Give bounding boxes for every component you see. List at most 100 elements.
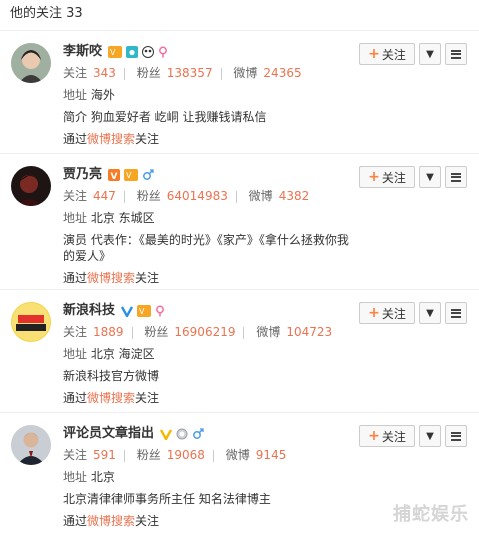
follow-button[interactable]: + 关注 <box>359 302 415 324</box>
address-value: 北京 海淀区 <box>90 347 155 361</box>
user-card: 李斯咬 V 关注 343 粉丝 138357 微博 24365 地址 海外 简介 狗血… <box>0 31 479 154</box>
address-label: 地址 <box>63 211 88 225</box>
address-label: 地址 <box>63 88 88 102</box>
following-count[interactable]: 343 <box>93 66 116 80</box>
watermark: 捕蛇娱乐 <box>393 504 469 525</box>
fans-count[interactable]: 16906219 <box>174 325 235 339</box>
following-label: 关注 <box>63 66 88 80</box>
weibo-label: 微博 <box>225 448 250 462</box>
follow-button-label: 关注 <box>381 306 406 321</box>
via-source-link[interactable]: 微博搜索 <box>87 132 135 146</box>
via-prefix: 通过 <box>63 391 88 405</box>
fans-label: 粉丝 <box>136 189 161 203</box>
weibo-count[interactable]: 24365 <box>263 66 301 80</box>
via-source-link[interactable]: 微博搜索 <box>87 271 135 285</box>
via-suffix: 关注 <box>135 271 160 285</box>
plus-icon: + <box>368 46 380 62</box>
weibo-count[interactable]: 4382 <box>279 189 310 203</box>
via-prefix: 通过 <box>63 271 88 285</box>
fans-count[interactable]: 138357 <box>167 66 213 80</box>
via-suffix: 关注 <box>135 132 160 146</box>
medal-icon <box>176 427 188 441</box>
via-suffix: 关注 <box>135 514 160 528</box>
via-source-link[interactable]: 微博搜索 <box>87 391 135 405</box>
vip-icon[interactable]: V <box>124 168 139 182</box>
user-card: 贾乃亮 V V 关注 447 粉丝 64014983 微博 4382 地址 北京 东城… <box>0 154 479 290</box>
follow-button[interactable]: + 关注 <box>359 166 415 188</box>
weibo-label: 微博 <box>233 66 258 80</box>
avatar[interactable] <box>11 425 51 465</box>
weibo-label: 微博 <box>256 325 281 339</box>
user-card: 新浪科技 V 关注 1889 粉丝 16906219 微博 104723 地址 北京 … <box>0 290 479 413</box>
male-icon <box>192 427 204 441</box>
follow-button[interactable]: + 关注 <box>359 425 415 447</box>
vip-icon[interactable]: V <box>108 45 123 59</box>
address-label: 地址 <box>63 470 88 484</box>
menu-button[interactable] <box>445 302 467 324</box>
fans-count[interactable]: 64014983 <box>167 189 228 203</box>
avatar[interactable] <box>11 166 51 206</box>
via-source-link[interactable]: 微博搜索 <box>87 514 135 528</box>
follow-button-label: 关注 <box>381 170 406 185</box>
user-name[interactable]: 贾乃亮 <box>63 165 102 185</box>
follow-button-label: 关注 <box>381 429 406 444</box>
male-icon <box>142 168 154 182</box>
plus-icon: + <box>368 169 380 185</box>
user-name[interactable]: 新浪科技 <box>63 301 115 321</box>
page-title: 他的关注 33 <box>0 0 479 31</box>
bio: 新浪科技官方微博 <box>63 369 160 383</box>
following-label: 关注 <box>63 448 88 462</box>
address-label: 地址 <box>63 347 88 361</box>
via-prefix: 通过 <box>63 514 88 528</box>
more-dropdown-button[interactable]: ▼ <box>419 425 441 447</box>
plus-icon: + <box>368 428 380 444</box>
follow-button[interactable]: + 关注 <box>359 43 415 65</box>
menu-icon <box>451 431 461 441</box>
following-list: 李斯咬 V 关注 343 粉丝 138357 微博 24365 地址 海外 简介 狗血… <box>0 31 479 536</box>
svg-text:V: V <box>111 172 118 181</box>
avatar[interactable] <box>11 43 51 83</box>
svg-text:V: V <box>139 307 145 316</box>
fans-label: 粉丝 <box>136 66 161 80</box>
avatar[interactable] <box>11 302 51 342</box>
user-name[interactable]: 李斯咬 <box>63 42 102 62</box>
vip-icon[interactable]: V <box>137 304 152 318</box>
verified-orange-icon[interactable]: V <box>108 168 121 182</box>
following-count[interactable]: 1889 <box>93 325 124 339</box>
verified-blue-icon[interactable] <box>121 304 134 318</box>
camera-icon <box>126 45 139 59</box>
more-dropdown-button[interactable]: ▼ <box>419 166 441 188</box>
user-name[interactable]: 评论员文章指出 <box>63 424 154 444</box>
svg-text:V: V <box>110 48 116 57</box>
bio: 简介 狗血爱好者 屹峒 让我赚钱请私信 <box>63 110 267 124</box>
chevron-down-icon: ▼ <box>426 430 434 442</box>
fans-label: 粉丝 <box>136 448 161 462</box>
more-dropdown-button[interactable]: ▼ <box>419 302 441 324</box>
menu-icon <box>451 308 461 318</box>
weibo-label: 微博 <box>248 189 273 203</box>
menu-icon <box>451 49 461 59</box>
via-prefix: 通过 <box>63 132 88 146</box>
verified-yellow-icon[interactable] <box>160 427 173 441</box>
weibo-count[interactable]: 104723 <box>286 325 332 339</box>
panda-icon <box>142 45 155 59</box>
address-value: 北京 东城区 <box>90 211 155 225</box>
menu-button[interactable] <box>445 166 467 188</box>
fans-label: 粉丝 <box>144 325 169 339</box>
following-label: 关注 <box>63 189 88 203</box>
menu-button[interactable] <box>445 43 467 65</box>
address-value: 北京 <box>90 470 115 484</box>
weibo-count[interactable]: 9145 <box>256 448 287 462</box>
chevron-down-icon: ▼ <box>426 307 434 319</box>
chevron-down-icon: ▼ <box>426 171 434 183</box>
menu-button[interactable] <box>445 425 467 447</box>
following-count[interactable]: 447 <box>93 189 116 203</box>
following-count[interactable]: 591 <box>93 448 116 462</box>
bio: 北京清律律师事务所主任 知名法律博主 <box>63 492 271 506</box>
plus-icon: + <box>368 305 380 321</box>
follow-button-label: 关注 <box>381 47 406 62</box>
via-suffix: 关注 <box>135 391 160 405</box>
more-dropdown-button[interactable]: ▼ <box>419 43 441 65</box>
fans-count[interactable]: 19068 <box>167 448 205 462</box>
female-icon <box>155 304 165 318</box>
